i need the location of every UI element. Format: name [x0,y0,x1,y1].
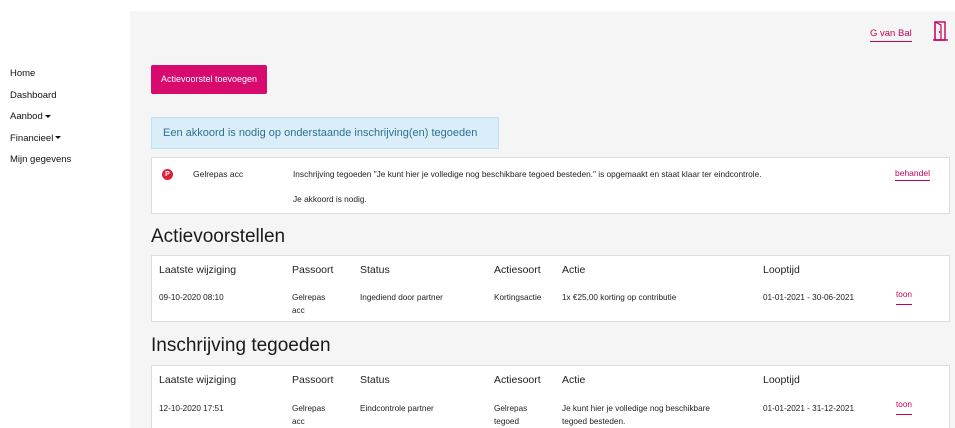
column-header: Actiesoort [494,264,541,276]
column-header: Status [360,374,390,386]
sidebar-item-label: Financieel [10,132,54,144]
column-header: Looptijd [763,264,800,276]
show-link[interactable]: toon [896,399,912,415]
sidebar-item-label: Mijn gegevens [10,154,72,165]
section-title-inschrijving-tegoeden: Inschrijving tegoeden [151,335,331,356]
caret-down-icon [55,136,62,140]
column-header: Actiesoort [494,374,541,386]
cell-status: Eindcontrole partner [360,404,434,413]
inschrijving-table: Laatste wijziging Passoort Status Acties… [151,365,950,428]
cell-action-type: tegoed [494,417,520,426]
approval-message: Inschrijving tegoeden "Je kunt hier je v… [293,169,762,179]
column-header: Actie [562,374,586,386]
main-content: G van Bal Actievoorstel toevoegen Een ak… [130,11,955,428]
cell-last-change: 09-10-2020 08:10 [159,293,224,302]
actievoorstellen-table: Laatste wijziging Passoort Status Acties… [151,255,950,322]
sidebar-item-financieel[interactable]: Financieel [10,128,71,150]
cell-passport: Gelrepas [292,404,326,413]
column-header: Actie [562,264,586,276]
cell-status: Ingediend door partner [360,293,443,302]
cell-passport: Gelrepas [292,293,326,302]
handle-link[interactable]: behandel [895,168,930,181]
cell-last-change: 12-10-2020 17:51 [159,404,224,413]
sidebar-item-aanbod[interactable]: Aanbod [10,106,71,128]
column-header: Passoort [292,374,334,386]
column-header: Laatste wijziging [159,374,237,386]
cell-action: Je kunt hier je volledige nog beschikbar… [562,404,710,413]
column-header: Passoort [292,264,334,276]
sidebar-nav: Home Dashboard Aanbod Financieel Mijn ge… [10,63,71,171]
sidebar-item-home[interactable]: Home [10,63,71,85]
info-alert: Een akkoord is nodig op onderstaande ins… [151,117,499,149]
section-title-actievoorstellen: Actievoorstellen [151,226,286,247]
sidebar-item-dashboard[interactable]: Dashboard [10,85,71,107]
cell-action-type: Kortingsactie [494,293,542,302]
column-header: Looptijd [763,374,800,386]
sidebar-item-label: Home [10,68,36,79]
column-header: Status [360,264,390,276]
sidebar: Home Dashboard Aanbod Financieel Mijn ge… [0,0,130,428]
cell-passport: acc [292,306,305,315]
app-root: Home Dashboard Aanbod Financieel Mijn ge… [0,0,955,428]
sidebar-item-label: Aanbod [10,111,43,122]
sidebar-item-label: Dashboard [10,89,57,101]
user-name-link[interactable]: G van Bal [870,28,912,42]
passport-badge-icon: P [162,169,173,180]
cell-period: 01-01-2021 - 30-06-2021 [763,293,855,302]
approval-note: Je akkoord is nodig. [293,194,367,204]
cell-action-type: Gelrepas [494,404,528,413]
cell-action: tegoed besteden. [562,417,626,426]
cell-passport: acc [292,417,305,426]
caret-down-icon [44,114,51,118]
add-action-proposal-button[interactable]: Actievoorstel toevoegen [151,65,268,94]
approval-notice: P Gelrepas acc Inschrijving tegoeden "Je… [151,157,950,214]
sidebar-item-mijn-gegevens[interactable]: Mijn gegevens [10,149,71,171]
cell-action: 1x €25,00 korting op contributie [562,293,677,302]
door-exit-icon[interactable] [933,21,948,41]
column-header: Laatste wijziging [159,264,237,276]
cell-period: 01-01-2021 - 31-12-2021 [763,404,855,413]
approval-passport: Gelrepas acc [193,169,244,179]
show-link[interactable]: toon [896,289,912,305]
